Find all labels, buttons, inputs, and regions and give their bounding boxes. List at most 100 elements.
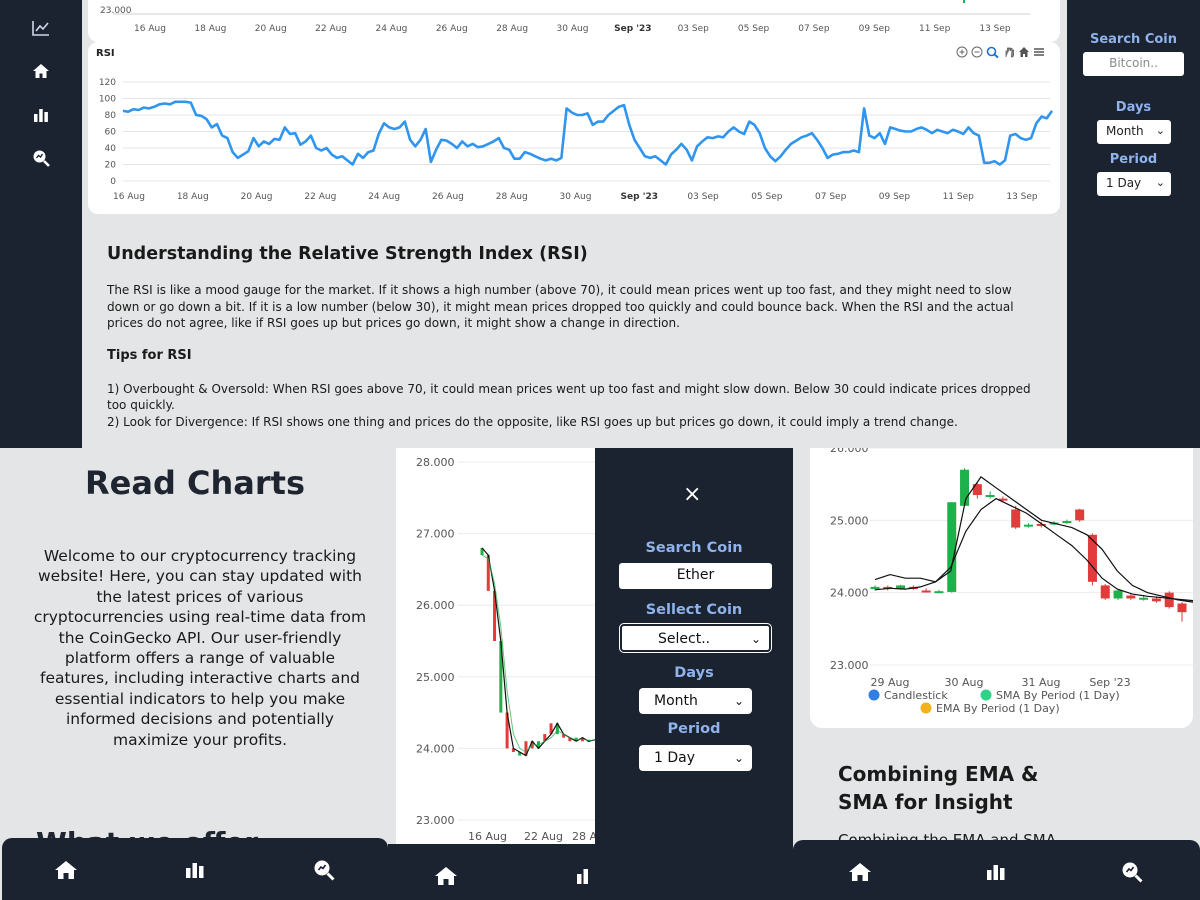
- period-label: Period: [1109, 152, 1158, 167]
- candle-body: [921, 590, 931, 593]
- price-chart-strip: 23.000 16 Aug 18 Aug 20 Aug 22 Aug 24 Aug 26 …: [88, 0, 1060, 42]
- days-select[interactable]: Month ⌄: [639, 688, 752, 714]
- magnifier-chart-icon[interactable]: [29, 146, 53, 170]
- search-coin-input[interactable]: Ether: [619, 563, 772, 589]
- home-icon[interactable]: [54, 858, 78, 882]
- y-tick-label: 24.000: [416, 742, 455, 755]
- x-tick-label: 03 Sep: [687, 192, 719, 202]
- candle-body: [1024, 524, 1033, 527]
- price-chart-axis: 23.000 16 Aug 18 Aug 20 Aug 22 Aug 24 Aug 26 …: [100, 0, 1030, 34]
- x-tick-label: 28 Aug: [496, 192, 528, 202]
- chevron-down-icon: ⌄: [733, 694, 744, 708]
- bar-chart-icon[interactable]: [183, 858, 207, 882]
- chart-line-icon[interactable]: [29, 16, 53, 40]
- x-tick-label: 30 Aug: [560, 192, 592, 202]
- x-tick-label: 03 Sep: [678, 24, 710, 34]
- candle-body: [1011, 509, 1021, 528]
- y-tick-label: 26.000: [830, 448, 869, 455]
- rsi-article: Understanding the Relative Strength Inde…: [107, 244, 1047, 430]
- bar-chart-icon[interactable]: [29, 103, 53, 127]
- x-tick-label: 18 Aug: [177, 192, 209, 202]
- magnifier-chart-icon[interactable]: [1120, 860, 1144, 884]
- candle-body: [870, 586, 880, 590]
- legend-marker: [920, 702, 932, 714]
- rsi-series-line: [122, 100, 1054, 166]
- period-select[interactable]: 1 Day ⌄: [1097, 172, 1171, 196]
- y-tick-label: 120: [99, 78, 116, 88]
- legend-label: Candlestick: [884, 689, 948, 702]
- legend-label: EMA By Period (1 Day): [936, 702, 1060, 715]
- chevron-down-icon: ⌄: [1155, 124, 1165, 137]
- days-select-value: Month: [1106, 124, 1144, 138]
- ema-sma-heading-line2: SMA for Insight: [838, 790, 1013, 814]
- y-tick-label: 27.000: [416, 528, 455, 541]
- x-tick-label: 24 Aug: [375, 24, 407, 34]
- chevron-down-icon: ⌄: [1155, 176, 1165, 189]
- ema-sma-mobile-view: 23.000 24.000 25.000 26.000 29 Aug 30 Aug 31 …: [793, 442, 1200, 900]
- y-tick-label: 40: [105, 144, 117, 154]
- sma-series-line: [874, 476, 1194, 603]
- x-tick-label: 16 Aug: [113, 192, 145, 202]
- x-tick-label: 09 Sep: [859, 24, 891, 34]
- x-tick-label: 30 Aug: [945, 676, 984, 689]
- close-icon[interactable]: ×: [683, 482, 701, 507]
- bar-chart-icon[interactable]: [984, 860, 1008, 884]
- x-tick-label: 22 Aug: [524, 830, 563, 843]
- x-tick-label: 13 Sep: [979, 24, 1011, 34]
- candlestick-chart: 23.000 24.000 25.000 26.000 29 Aug 30 Aug 31 …: [830, 442, 1194, 715]
- home-icon[interactable]: [29, 59, 53, 83]
- desktop-rsi-view: 23.000 16 Aug 18 Aug 20 Aug 22 Aug 24 Aug 26 …: [0, 0, 1200, 448]
- chevron-down-icon: ⌄: [750, 632, 761, 646]
- y-tick-label: 24.000: [830, 587, 869, 600]
- x-tick-label: 11 Sep: [943, 192, 975, 202]
- bottom-nav-bar: [2, 838, 388, 900]
- chevron-down-icon: ⌄: [733, 751, 744, 765]
- candle-body: [934, 591, 944, 594]
- candle-body: [985, 495, 995, 498]
- mobile-filter-menu: × Search Coin Ether Sellect Coin Select.…: [595, 448, 793, 900]
- candle-body: [1126, 595, 1136, 599]
- rsi-article-title: Understanding the Relative Strength Inde…: [107, 244, 588, 264]
- search-coin-input[interactable]: Bitcoin..: [1083, 52, 1184, 76]
- bottom-nav-bar: [388, 844, 595, 900]
- y-tick-label: 25.000: [830, 514, 869, 527]
- magnifier-chart-icon[interactable]: [312, 858, 336, 882]
- x-tick-label: 05 Sep: [751, 192, 783, 202]
- home-icon[interactable]: [848, 860, 872, 884]
- x-tick-label: 30 Aug: [557, 24, 589, 34]
- y-tick-label: 0: [110, 177, 116, 187]
- price-chart-card: 23.000 24.000 25.000 26.000 27.000 28.000 16 …: [396, 448, 597, 848]
- search-coin-label: Search Coin: [645, 540, 743, 556]
- y-tick-label: 80: [105, 111, 117, 121]
- days-select[interactable]: Month ⌄: [1097, 120, 1171, 144]
- x-tick-label: 16 Aug: [134, 24, 166, 34]
- x-tick-label: 28 A: [572, 830, 595, 843]
- bottom-nav-bar: [793, 840, 1200, 900]
- x-tick-label: 26 Aug: [432, 192, 464, 202]
- ema-sma-heading-line1: Combining EMA &: [838, 762, 1039, 786]
- y-tick-label: 25.000: [416, 671, 455, 684]
- x-tick-label: 24 Aug: [368, 192, 400, 202]
- candle-body: [1139, 597, 1149, 600]
- price-axis-label: 23.000: [100, 6, 132, 16]
- candle-body: [1062, 521, 1072, 524]
- candle-body: [1164, 592, 1174, 608]
- legend-label: SMA By Period (1 Day): [996, 689, 1120, 702]
- select-coin-value: Select..: [658, 631, 711, 647]
- period-select-value: 1 Day: [1106, 176, 1142, 190]
- rsi-article-body: The RSI is like a mood gauge for the mar…: [107, 283, 1014, 330]
- legend-marker: [980, 689, 992, 701]
- y-tick-label: 20: [105, 161, 117, 171]
- welcome-paragraph: Welcome to our cryptocurrency tracking w…: [33, 547, 367, 749]
- price-chart-mobile-view: 23.000 24.000 25.000 26.000 27.000 28.000 16 …: [388, 448, 597, 900]
- select-coin-dropdown[interactable]: Select.. ⌄: [619, 623, 772, 653]
- right-controls-panel: Search Coin Bitcoin.. Days Month ⌄ Period…: [1067, 0, 1200, 448]
- legend-marker: [868, 689, 880, 701]
- period-select[interactable]: 1 Day ⌄: [639, 745, 752, 771]
- x-tick-label: Sep '23: [621, 192, 658, 202]
- x-tick-label: 07 Sep: [815, 192, 847, 202]
- x-tick-label: Sep '23: [1089, 676, 1130, 689]
- rsi-tips-title: Tips for RSI: [107, 347, 192, 363]
- home-icon[interactable]: [434, 864, 458, 888]
- y-tick-label: 28.000: [416, 456, 455, 469]
